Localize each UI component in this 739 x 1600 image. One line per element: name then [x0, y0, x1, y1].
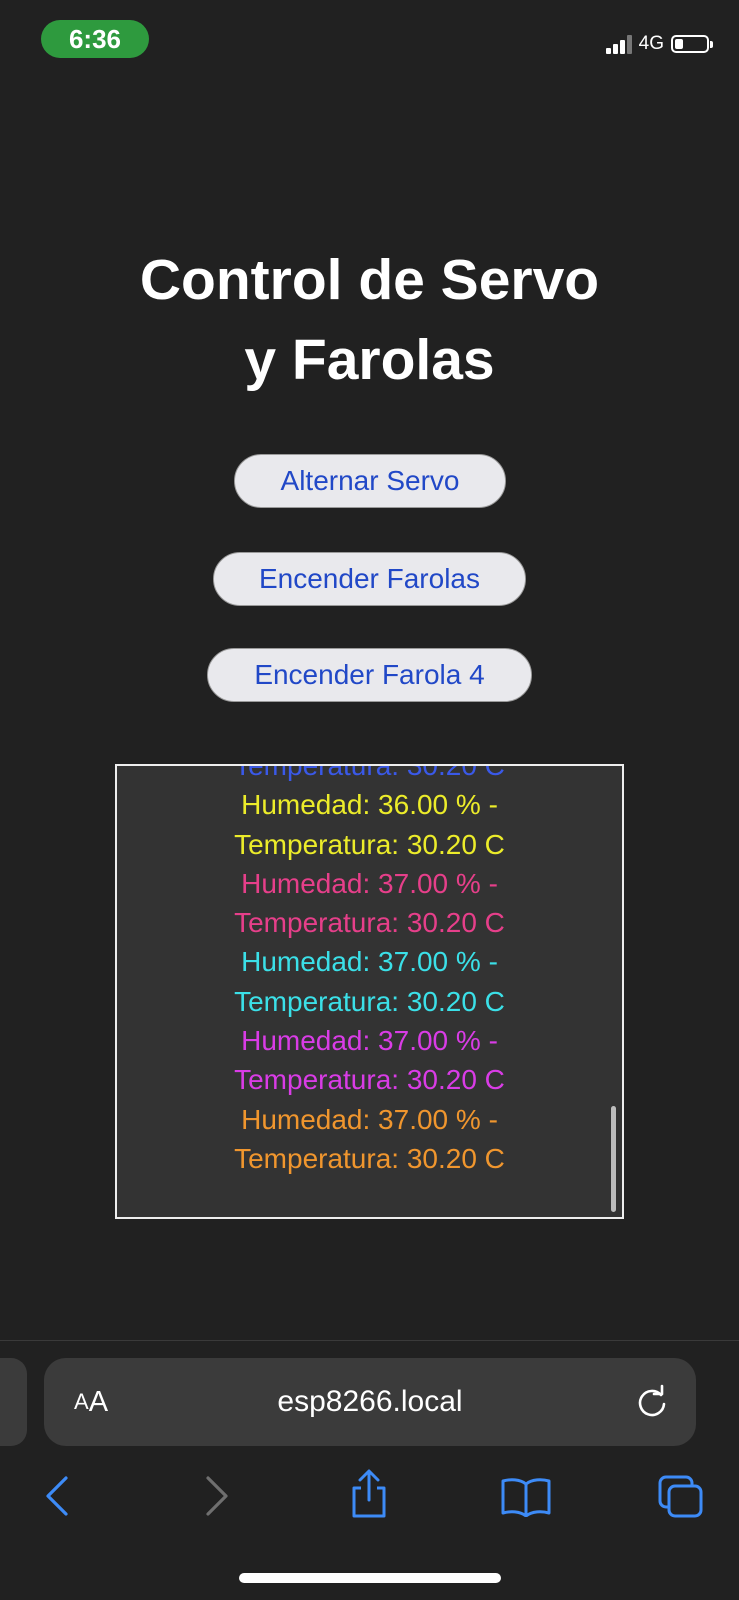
turn-on-streetlights-button[interactable]: Encender Farolas — [213, 552, 526, 606]
log-line: Temperatura: 30.20 C — [234, 1142, 505, 1174]
log-line: Humedad: 37.00 % - — [241, 867, 498, 899]
log-line: Temperatura: 30.20 C — [234, 1064, 505, 1096]
home-indicator — [239, 1573, 501, 1583]
cellular-signal-icon — [605, 34, 632, 54]
forward-icon[interactable] — [198, 1473, 234, 1519]
url-text[interactable]: esp8266.local — [44, 1358, 696, 1446]
network-type: 4G — [638, 33, 664, 54]
reload-icon[interactable] — [634, 1384, 670, 1420]
page-title: Control de Servo y Farolas — [0, 240, 739, 400]
log-line: Temperatura: 30.20 C — [234, 985, 505, 1017]
log-line: Temperatura: 30.20 C — [234, 828, 505, 860]
log-line: Humedad: 37.00 % - — [241, 946, 498, 978]
bookmarks-icon[interactable] — [500, 1477, 552, 1517]
sensor-log-lines: Temperatura: 30.20 C Humedad: 36.00 % - Te… — [117, 764, 622, 1178]
page-title-line-1: Control de Servo — [139, 248, 600, 312]
address-bar[interactable]: AA esp8266.local — [44, 1358, 696, 1446]
turn-on-streetlight-4-button[interactable]: Encender Farola 4 — [207, 648, 532, 702]
status-indicators: 4G — [605, 32, 713, 56]
share-icon[interactable] — [346, 1468, 392, 1520]
previous-tab-preview[interactable] — [0, 1358, 27, 1446]
log-line: Temperatura: 30.20 C — [234, 907, 505, 939]
battery-icon — [671, 35, 713, 53]
toolbar-divider — [0, 1340, 739, 1341]
tabs-icon[interactable] — [657, 1474, 705, 1520]
sensor-log[interactable]: Temperatura: 30.20 C Humedad: 36.00 % - Te… — [115, 764, 624, 1219]
log-scrollbar[interactable] — [611, 1106, 616, 1212]
toggle-servo-button[interactable]: Alternar Servo — [234, 454, 506, 508]
back-icon[interactable] — [40, 1473, 76, 1519]
page-title-line-2: y Farolas — [244, 328, 495, 392]
status-time: 6:36 — [41, 20, 149, 58]
log-line: Humedad: 37.00 % - — [241, 1025, 498, 1057]
log-line: Temperatura: 30.20 C — [234, 764, 505, 781]
log-line: Humedad: 36.00 % - — [241, 789, 498, 821]
log-line: Humedad: 37.00 % - — [241, 1103, 498, 1135]
